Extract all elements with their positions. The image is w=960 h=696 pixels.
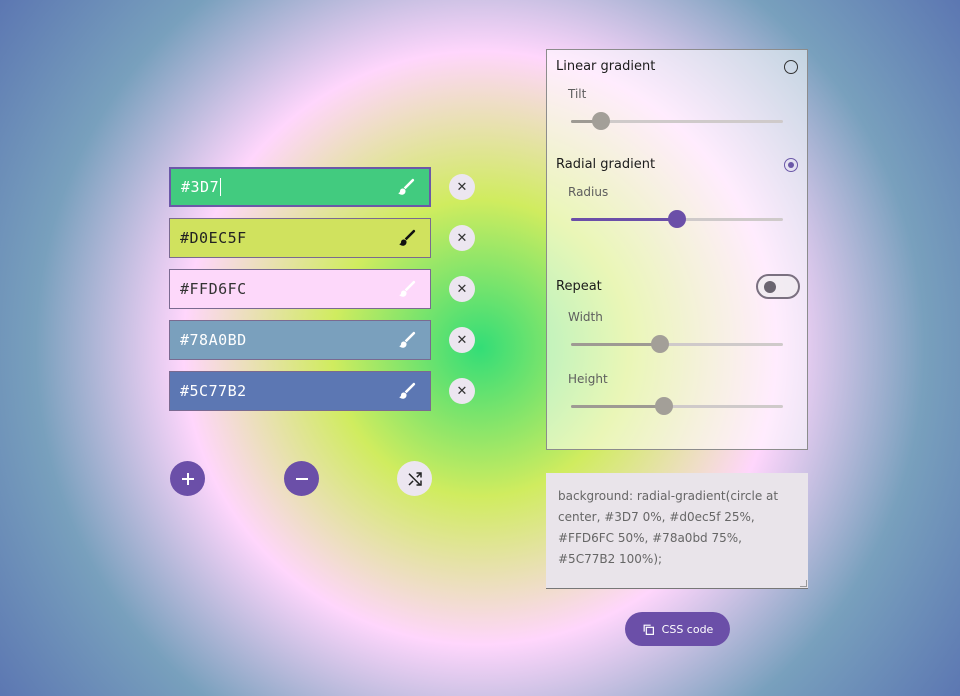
remove-color-row-button[interactable]: ✕ [449, 225, 475, 251]
tilt-label: Tilt [568, 87, 587, 101]
radius-slider-fill [571, 218, 677, 221]
gradient-options-panel: Linear gradient Tilt Radial gradient Rad… [546, 49, 808, 450]
color-input-row[interactable]: #3D7 [169, 167, 431, 207]
add-color-button[interactable] [170, 461, 205, 496]
minus-icon [295, 477, 308, 480]
copy-css-button[interactable]: CSS code [625, 612, 730, 646]
plus-icon [181, 472, 194, 485]
close-icon: ✕ [456, 179, 468, 195]
color-input-row[interactable]: #FFD6FC [169, 269, 431, 309]
color-hex-input[interactable]: #FFD6FC [170, 280, 396, 298]
color-hex-value: #FFD6FC [180, 280, 247, 298]
radial-gradient-radio[interactable] [784, 158, 798, 172]
repeat-label: Repeat [556, 279, 602, 294]
paint-brush-icon[interactable] [396, 329, 418, 351]
linear-gradient-radio[interactable] [784, 60, 798, 74]
color-hex-input[interactable]: #5C77B2 [170, 382, 396, 400]
color-hex-value: #D0EC5F [180, 229, 247, 247]
color-input-row[interactable]: #5C77B2 [169, 371, 431, 411]
repeat-toggle[interactable] [756, 274, 800, 299]
remove-color-row-button[interactable]: ✕ [449, 174, 475, 200]
text-caret [220, 178, 222, 197]
linear-gradient-label: Linear gradient [556, 59, 656, 74]
remove-color-button[interactable] [284, 461, 319, 496]
remove-color-row-button[interactable]: ✕ [449, 378, 475, 404]
radial-gradient-label: Radial gradient [556, 157, 656, 172]
width-slider-thumb[interactable] [651, 335, 670, 353]
close-icon: ✕ [456, 230, 468, 246]
paint-brush-icon[interactable] [396, 380, 418, 402]
paint-brush-icon[interactable] [396, 278, 418, 300]
remove-color-row-button[interactable]: ✕ [449, 327, 475, 353]
close-icon: ✕ [456, 383, 468, 399]
css-output-textarea[interactable]: background: radial-gradient(circle at ce… [546, 473, 808, 589]
close-icon: ✕ [456, 281, 468, 297]
width-label: Width [568, 310, 603, 324]
color-hex-input[interactable]: #3D7 [171, 178, 395, 197]
copy-css-label: CSS code [661, 622, 714, 636]
paint-brush-icon[interactable] [395, 176, 417, 198]
radius-slider[interactable] [571, 210, 783, 228]
remove-color-row-button[interactable]: ✕ [449, 276, 475, 302]
css-output-text: background: radial-gradient(circle at ce… [558, 489, 779, 566]
repeat-toggle-knob [764, 281, 776, 293]
tilt-slider[interactable] [571, 112, 783, 130]
color-hex-input[interactable]: #D0EC5F [170, 229, 396, 247]
tilt-slider-thumb[interactable] [591, 112, 610, 130]
color-hex-input[interactable]: #78A0BD [170, 331, 396, 349]
color-input-row[interactable]: #D0EC5F [169, 218, 431, 258]
resize-handle[interactable] [800, 580, 807, 587]
close-icon: ✕ [456, 332, 468, 348]
height-slider-fill [571, 405, 665, 408]
shuffle-icon [407, 471, 422, 486]
color-input-row[interactable]: #78A0BD [169, 320, 431, 360]
color-hex-value: #3D7 [181, 177, 220, 196]
height-label: Height [568, 372, 608, 386]
width-slider[interactable] [571, 335, 783, 353]
shuffle-button[interactable] [397, 461, 432, 496]
copy-icon [643, 624, 654, 635]
radius-slider-thumb[interactable] [668, 210, 686, 228]
width-slider-fill [571, 343, 661, 346]
color-hex-value: #5C77B2 [180, 382, 247, 400]
height-slider-thumb[interactable] [655, 397, 674, 415]
radius-label: Radius [568, 185, 609, 199]
paint-brush-icon[interactable] [396, 227, 418, 249]
color-hex-value: #78A0BD [180, 331, 247, 349]
height-slider[interactable] [571, 397, 783, 415]
